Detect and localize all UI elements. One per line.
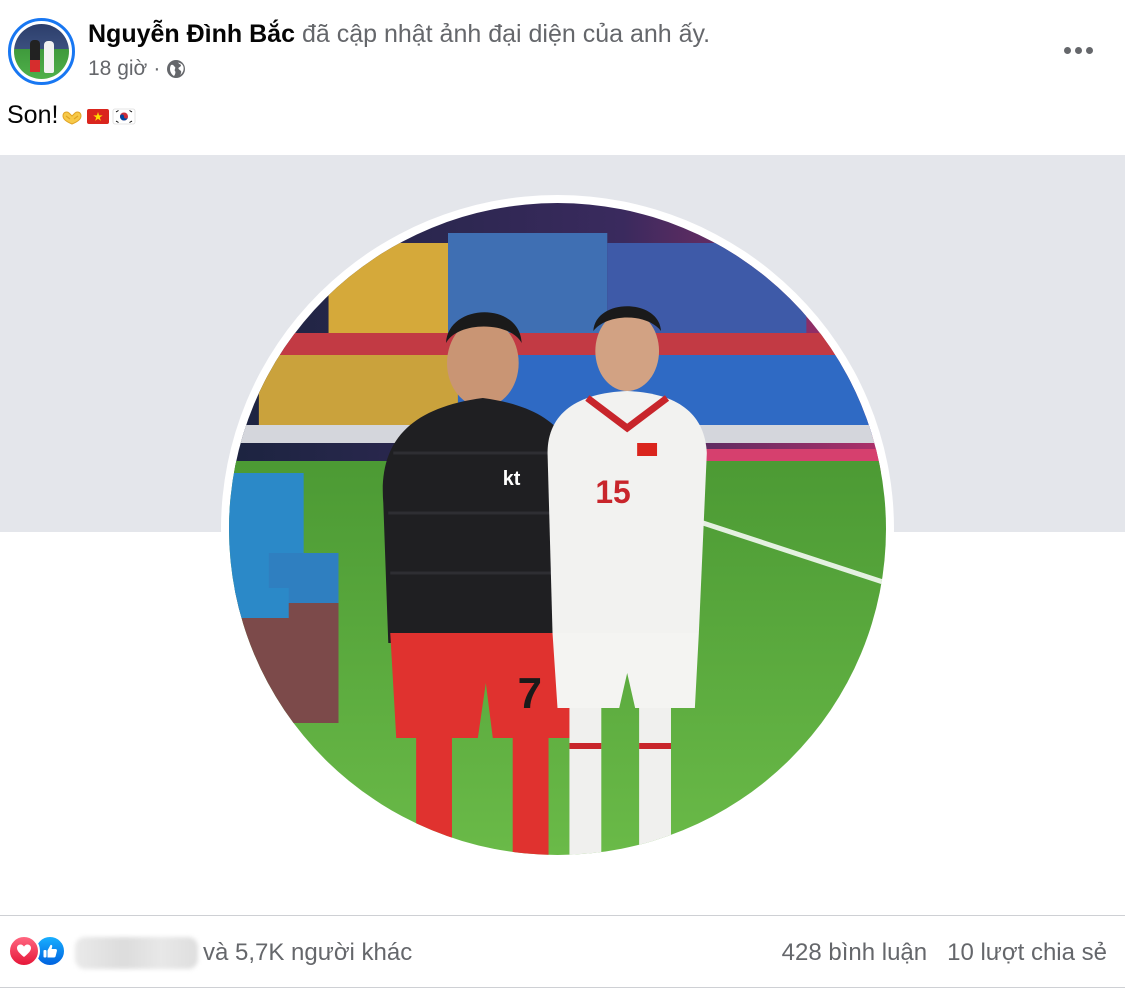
caption-text: Son! (7, 101, 59, 129)
post-footer: và 5,7K người khác 428 bình luận 10 lượt… (0, 925, 1125, 981)
south-korea-flag-emoji (113, 108, 136, 124)
author-avatar[interactable] (8, 18, 75, 85)
more-options-icon[interactable] (1060, 32, 1096, 68)
post-caption: Son! (7, 101, 136, 130)
profile-photo-image: kt 7 15 (229, 203, 886, 855)
post-action-text: đã cập nhật ảnh đại diện của anh ấy. (301, 20, 711, 48)
right-player-number: 15 (595, 474, 630, 510)
heart-hands-emoji (62, 111, 82, 125)
globe-icon[interactable] (166, 59, 186, 79)
comments-count[interactable]: 428 bình luận (782, 939, 927, 967)
profile-picture[interactable]: kt 7 15 (221, 195, 894, 863)
love-reaction-icon[interactable] (8, 935, 40, 967)
post-header: Nguyễn Đình Bắc đã cập nhật ảnh đại diện… (0, 0, 1125, 95)
blurred-reactor-name (75, 937, 198, 969)
post-time[interactable]: 18 giờ (88, 57, 147, 81)
jacket-logo: kt (503, 468, 521, 490)
author-name[interactable]: Nguyễn Đình Bắc (88, 20, 295, 48)
meta-separator: · (153, 57, 161, 80)
bottom-divider (0, 987, 1125, 988)
post-title-line: Nguyễn Đình Bắc đã cập nhật ảnh đại diện… (88, 20, 710, 49)
post-meta: 18 giờ · (88, 57, 186, 81)
vietnam-flag-emoji (87, 108, 110, 124)
avatar-image (14, 24, 69, 79)
shares-count[interactable]: 10 lượt chia sẻ (947, 939, 1107, 967)
reactions-text[interactable]: và 5,7K người khác (203, 939, 412, 967)
reaction-icons[interactable] (8, 935, 66, 967)
post-stats: 428 bình luận 10 lượt chia sẻ (782, 939, 1107, 967)
post-photo-area[interactable]: kt 7 15 (0, 155, 1125, 890)
footer-divider (0, 915, 1125, 916)
left-player-number: 7 (518, 669, 542, 718)
